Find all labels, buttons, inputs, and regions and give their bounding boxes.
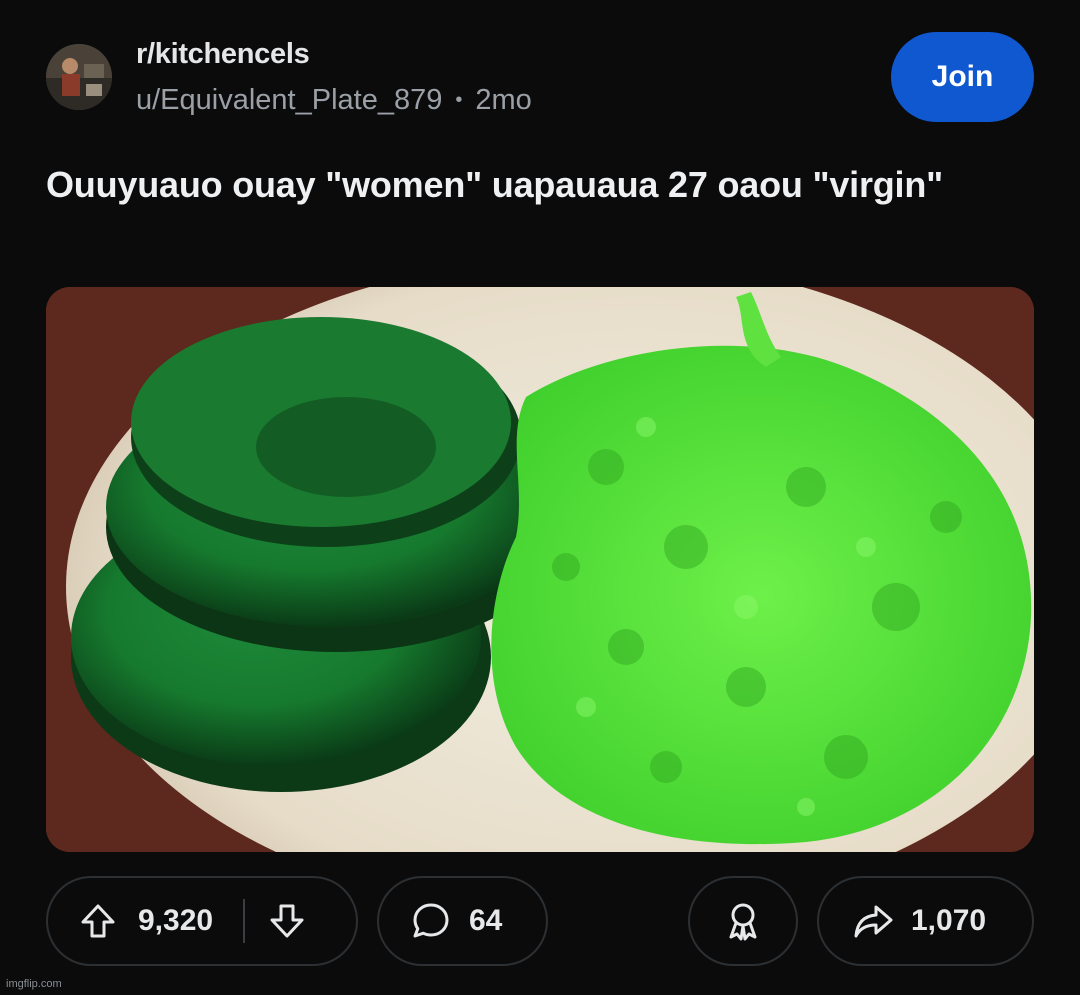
share-count: 1,070 bbox=[911, 904, 987, 937]
post-title[interactable]: Ouuyuauo ouay "women" uapauaua 27 oaou "… bbox=[46, 157, 1006, 213]
post-age: 2mo bbox=[475, 84, 532, 116]
post-meta: u/Equivalent_Plate_879 • 2mo bbox=[136, 84, 532, 117]
subreddit-avatar[interactable] bbox=[46, 44, 112, 110]
award-ribbon-icon bbox=[721, 899, 765, 943]
award-button[interactable] bbox=[688, 876, 798, 966]
comments-button[interactable]: 64 bbox=[377, 876, 548, 966]
upvote-arrow-icon[interactable] bbox=[78, 901, 118, 941]
share-button[interactable]: 1,070 bbox=[817, 876, 1034, 966]
join-button[interactable]: Join bbox=[891, 32, 1034, 122]
vote-divider bbox=[243, 899, 246, 943]
comment-count: 64 bbox=[469, 904, 503, 937]
imgflip-watermark: imgflip.com bbox=[6, 978, 62, 990]
post-image[interactable] bbox=[46, 287, 1034, 852]
upvote-count: 9,320 bbox=[138, 904, 214, 937]
meta-separator: • bbox=[455, 89, 463, 111]
downvote-arrow-icon[interactable] bbox=[267, 901, 307, 941]
comment-bubble-icon bbox=[409, 899, 453, 943]
subreddit-name[interactable]: r/kitchencels bbox=[136, 38, 310, 71]
author-name[interactable]: u/Equivalent_Plate_879 bbox=[136, 84, 442, 117]
share-arrow-icon bbox=[851, 899, 895, 943]
vote-controls: 9,320 bbox=[46, 876, 358, 966]
